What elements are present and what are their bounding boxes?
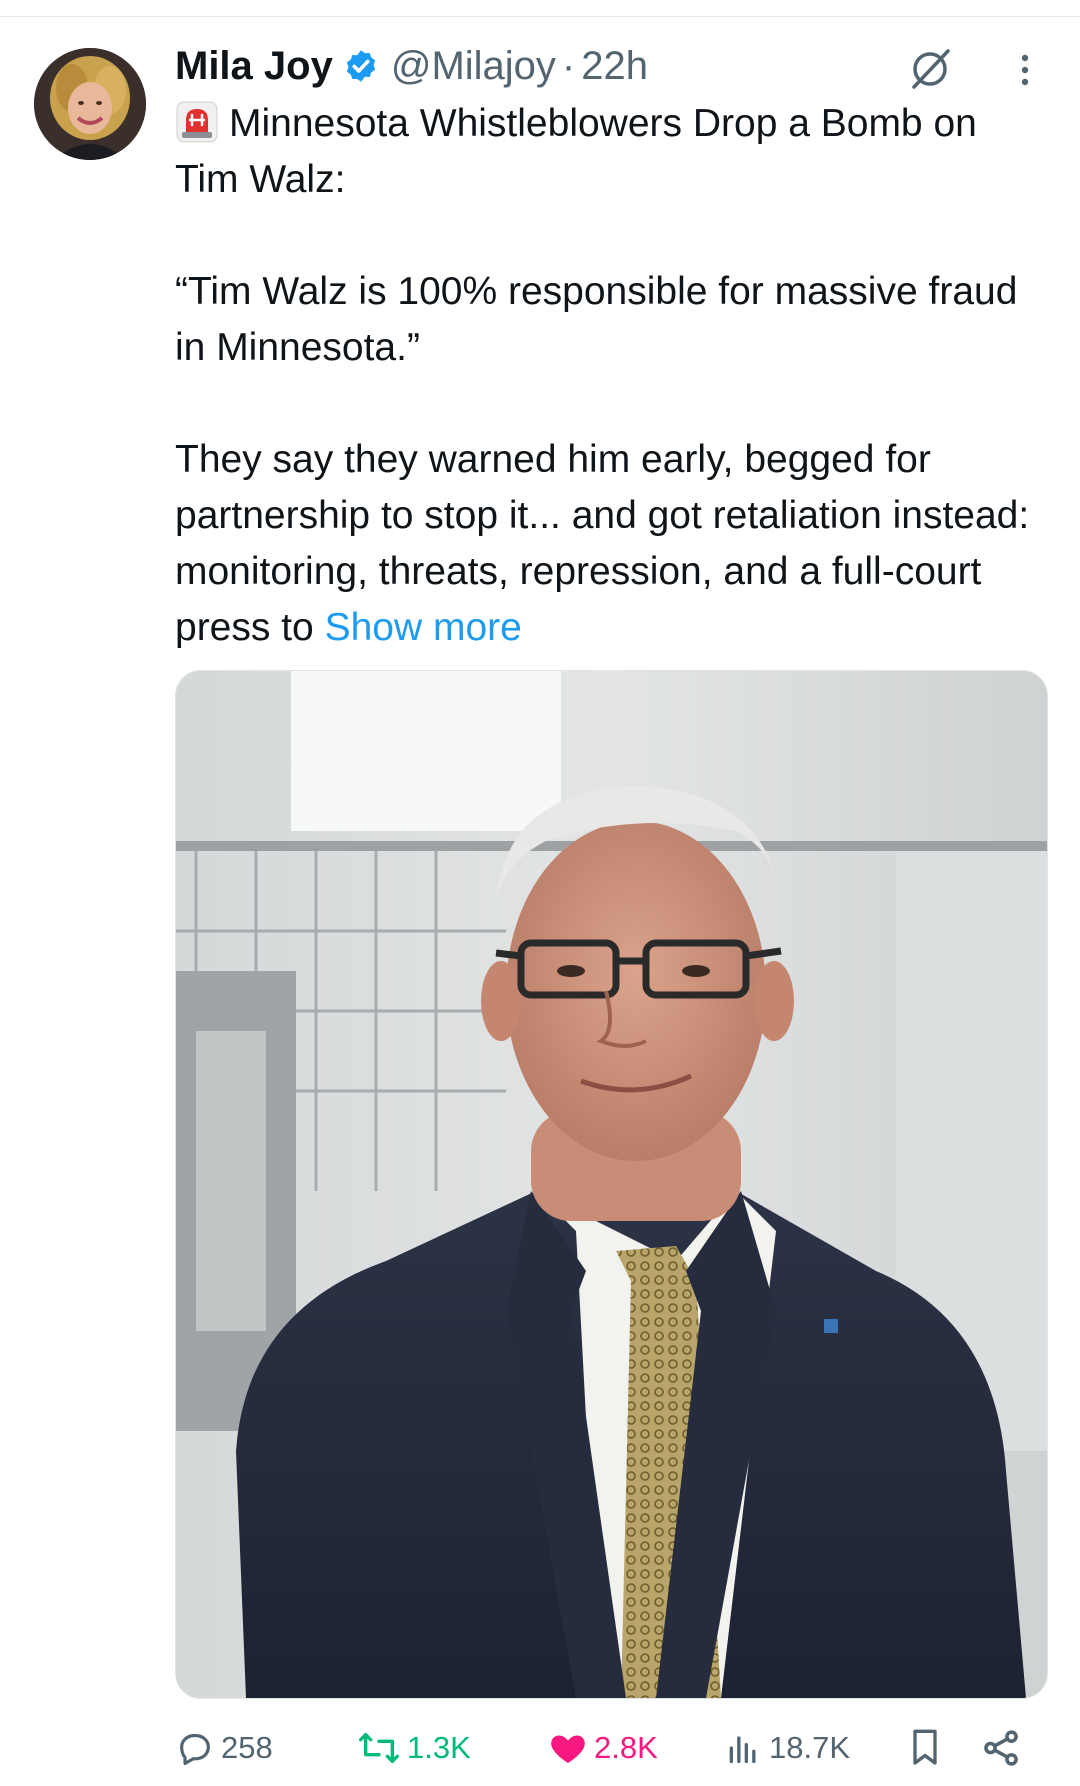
views-button[interactable]: 18.7K [723, 1722, 850, 1774]
body-text: They say they warned him early, begged f… [175, 438, 1030, 649]
bookmark-button[interactable] [905, 1722, 945, 1774]
headline-text: Minnesota Whistleblowers Drop a Bomb on … [175, 102, 977, 201]
like-count: 2.8K [594, 1730, 658, 1765]
views-count: 18.7K [769, 1730, 851, 1765]
bookmark-icon [913, 1729, 937, 1765]
reply-count: 258 [221, 1730, 273, 1765]
show-more-link[interactable]: Show more [325, 606, 522, 649]
share-button[interactable] [980, 1722, 1022, 1774]
heart-icon [551, 1735, 585, 1763]
views-icon [729, 1736, 756, 1763]
more-options-icon[interactable] [1010, 50, 1040, 90]
repost-icon [358, 1733, 399, 1763]
grok-icon[interactable] [905, 44, 955, 94]
action-bar: 258 1.3K 2.8K 18.7K [175, 1722, 1045, 1774]
verified-badge-icon [346, 50, 375, 82]
avatar-image [34, 48, 146, 160]
reply-icon [180, 1733, 210, 1766]
rotating-light-icon [176, 101, 218, 143]
post-body: They say they warned him early, begged f… [175, 432, 1045, 656]
timestamp[interactable]: 22h [581, 44, 648, 89]
display-name[interactable]: Mila Joy [175, 44, 333, 89]
post-text: Minnesota Whistleblowers Drop a Bomb on … [175, 96, 1045, 656]
repost-count: 1.3K [407, 1730, 471, 1765]
separator-dot: · [561, 43, 576, 88]
post-headline: Minnesota Whistleblowers Drop a Bomb on … [175, 96, 1045, 208]
repost-button[interactable]: 1.3K [357, 1722, 471, 1774]
photo-image [176, 671, 1047, 1698]
avatar[interactable] [34, 48, 146, 160]
post-quote: “Tim Walz is 100% responsible for massiv… [175, 270, 1018, 369]
like-button[interactable]: 2.8K [548, 1722, 658, 1774]
handle[interactable]: @Milajoy [391, 44, 556, 89]
share-icon [984, 1730, 1018, 1766]
post-header: Mila Joy @Milajoy · 22h [175, 40, 895, 92]
top-divider [0, 16, 1080, 17]
post-photo[interactable] [175, 670, 1048, 1699]
reply-button[interactable]: 258 [175, 1722, 273, 1774]
